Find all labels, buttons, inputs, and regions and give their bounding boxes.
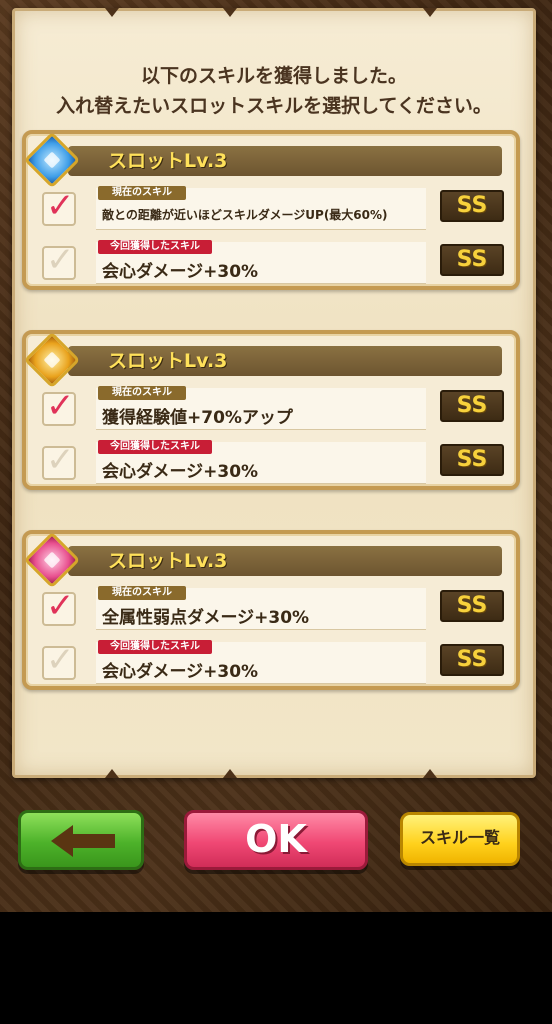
skill-rank-badge: SS bbox=[440, 590, 504, 622]
skill-box: 現在のスキル 全属性弱点ダメージ+30% bbox=[96, 586, 426, 630]
wood-frame: 以下のスキルを獲得しました。 入れ替えたいスロットスキルを選択してください。 ス… bbox=[0, 0, 552, 912]
skill-box: 今回獲得したスキル 会心ダメージ+30% bbox=[96, 240, 426, 284]
slot-gem-pink-icon bbox=[23, 531, 81, 589]
frame-notch bbox=[423, 8, 437, 17]
instruction-message: 以下のスキルを獲得しました。 入れ替えたいスロットスキルを選択してください。 bbox=[15, 61, 533, 121]
current-skill-row[interactable]: ✓ 現在のスキル 獲得経験値+70%アップ SS bbox=[36, 386, 506, 430]
new-skill-row[interactable]: ✓ 今回獲得したスキル 会心ダメージ+30% SS bbox=[36, 640, 506, 684]
current-skill-tag: 現在のスキル bbox=[98, 386, 186, 400]
slot-title: スロットLv.3 bbox=[68, 346, 502, 376]
skill-rank-badge: SS bbox=[440, 644, 504, 676]
checkmark-icon: ✓ bbox=[46, 586, 75, 626]
skill-rank-badge: SS bbox=[440, 244, 504, 276]
frame-notch bbox=[105, 8, 119, 17]
skill-box: 現在のスキル 獲得経験値+70%アップ bbox=[96, 386, 426, 430]
ok-button[interactable]: OK bbox=[184, 810, 368, 870]
slot-title: スロットLv.3 bbox=[68, 146, 502, 176]
current-skill-row[interactable]: ✓ 現在のスキル 全属性弱点ダメージ+30% SS bbox=[36, 586, 506, 630]
new-skill-name: 会心ダメージ+30% bbox=[102, 662, 259, 682]
skill-list-button[interactable]: スキル一覧 bbox=[400, 812, 520, 866]
new-skill-tag: 今回獲得したスキル bbox=[98, 240, 212, 254]
new-skill-checkbox[interactable]: ✓ bbox=[42, 640, 76, 680]
slot-title: スロットLv.3 bbox=[68, 546, 502, 576]
new-skill-row[interactable]: ✓ 今回獲得したスキル 会心ダメージ+30% SS bbox=[36, 240, 506, 284]
slot-panel-3: スロットLv.3 ✓ 現在のスキル 全属性弱点ダメージ+30% SS ✓ 今回獲… bbox=[22, 530, 520, 690]
checkmark-icon: ✓ bbox=[46, 440, 75, 480]
skill-box: 現在のスキル 敵との距離が近いほどスキルダメージUP(最大60%) bbox=[96, 186, 426, 230]
skill-box: 今回獲得したスキル 会心ダメージ+30% bbox=[96, 640, 426, 684]
current-skill-tag: 現在のスキル bbox=[98, 186, 186, 200]
current-skill-name: 全属性弱点ダメージ+30% bbox=[102, 608, 310, 628]
message-line-1: 以下のスキルを獲得しました。 bbox=[140, 65, 407, 87]
current-skill-row[interactable]: ✓ 現在のスキル 敵との距離が近いほどスキルダメージUP(最大60%) SS bbox=[36, 186, 506, 230]
message-line-2: 入れ替えたいスロットスキルを選択してください。 bbox=[56, 95, 492, 117]
checkmark-icon: ✓ bbox=[46, 386, 75, 426]
skill-rank-badge: SS bbox=[440, 190, 504, 222]
skill-rank-badge: SS bbox=[440, 390, 504, 422]
slot-gem-blue-icon bbox=[23, 131, 81, 189]
current-skill-checkbox[interactable]: ✓ bbox=[42, 586, 76, 626]
slot-gem-gold-icon bbox=[23, 331, 81, 389]
skill-rank-badge: SS bbox=[440, 444, 504, 476]
new-skill-checkbox[interactable]: ✓ bbox=[42, 240, 76, 280]
slot-panel-1: スロットLv.3 ✓ 現在のスキル 敵との距離が近いほどスキルダメージUP(最大… bbox=[22, 130, 520, 290]
checkmark-icon: ✓ bbox=[46, 186, 75, 226]
new-skill-checkbox[interactable]: ✓ bbox=[42, 440, 76, 480]
frame-notch bbox=[223, 769, 237, 778]
arrow-left-icon-shaft bbox=[71, 834, 115, 848]
current-skill-name: 敵との距離が近いほどスキルダメージUP(最大60%) bbox=[102, 208, 388, 222]
new-skill-tag: 今回獲得したスキル bbox=[98, 640, 212, 654]
slot-panel-2: スロットLv.3 ✓ 現在のスキル 獲得経験値+70%アップ SS ✓ 今回獲得… bbox=[22, 330, 520, 490]
skill-box: 今回獲得したスキル 会心ダメージ+30% bbox=[96, 440, 426, 484]
current-skill-name: 獲得経験値+70%アップ bbox=[102, 408, 293, 428]
arrow-left-icon bbox=[51, 825, 73, 857]
new-skill-tag: 今回獲得したスキル bbox=[98, 440, 212, 454]
frame-notch bbox=[223, 8, 237, 17]
checkmark-icon: ✓ bbox=[46, 240, 75, 280]
checkmark-icon: ✓ bbox=[46, 640, 75, 680]
frame-notch bbox=[105, 769, 119, 778]
new-skill-name: 会心ダメージ+30% bbox=[102, 462, 259, 482]
new-skill-name: 会心ダメージ+30% bbox=[102, 262, 259, 282]
new-skill-row[interactable]: ✓ 今回獲得したスキル 会心ダメージ+30% SS bbox=[36, 440, 506, 484]
frame-notch bbox=[423, 769, 437, 778]
current-skill-checkbox[interactable]: ✓ bbox=[42, 186, 76, 226]
current-skill-checkbox[interactable]: ✓ bbox=[42, 386, 76, 426]
back-button[interactable] bbox=[18, 810, 144, 870]
current-skill-tag: 現在のスキル bbox=[98, 586, 186, 600]
